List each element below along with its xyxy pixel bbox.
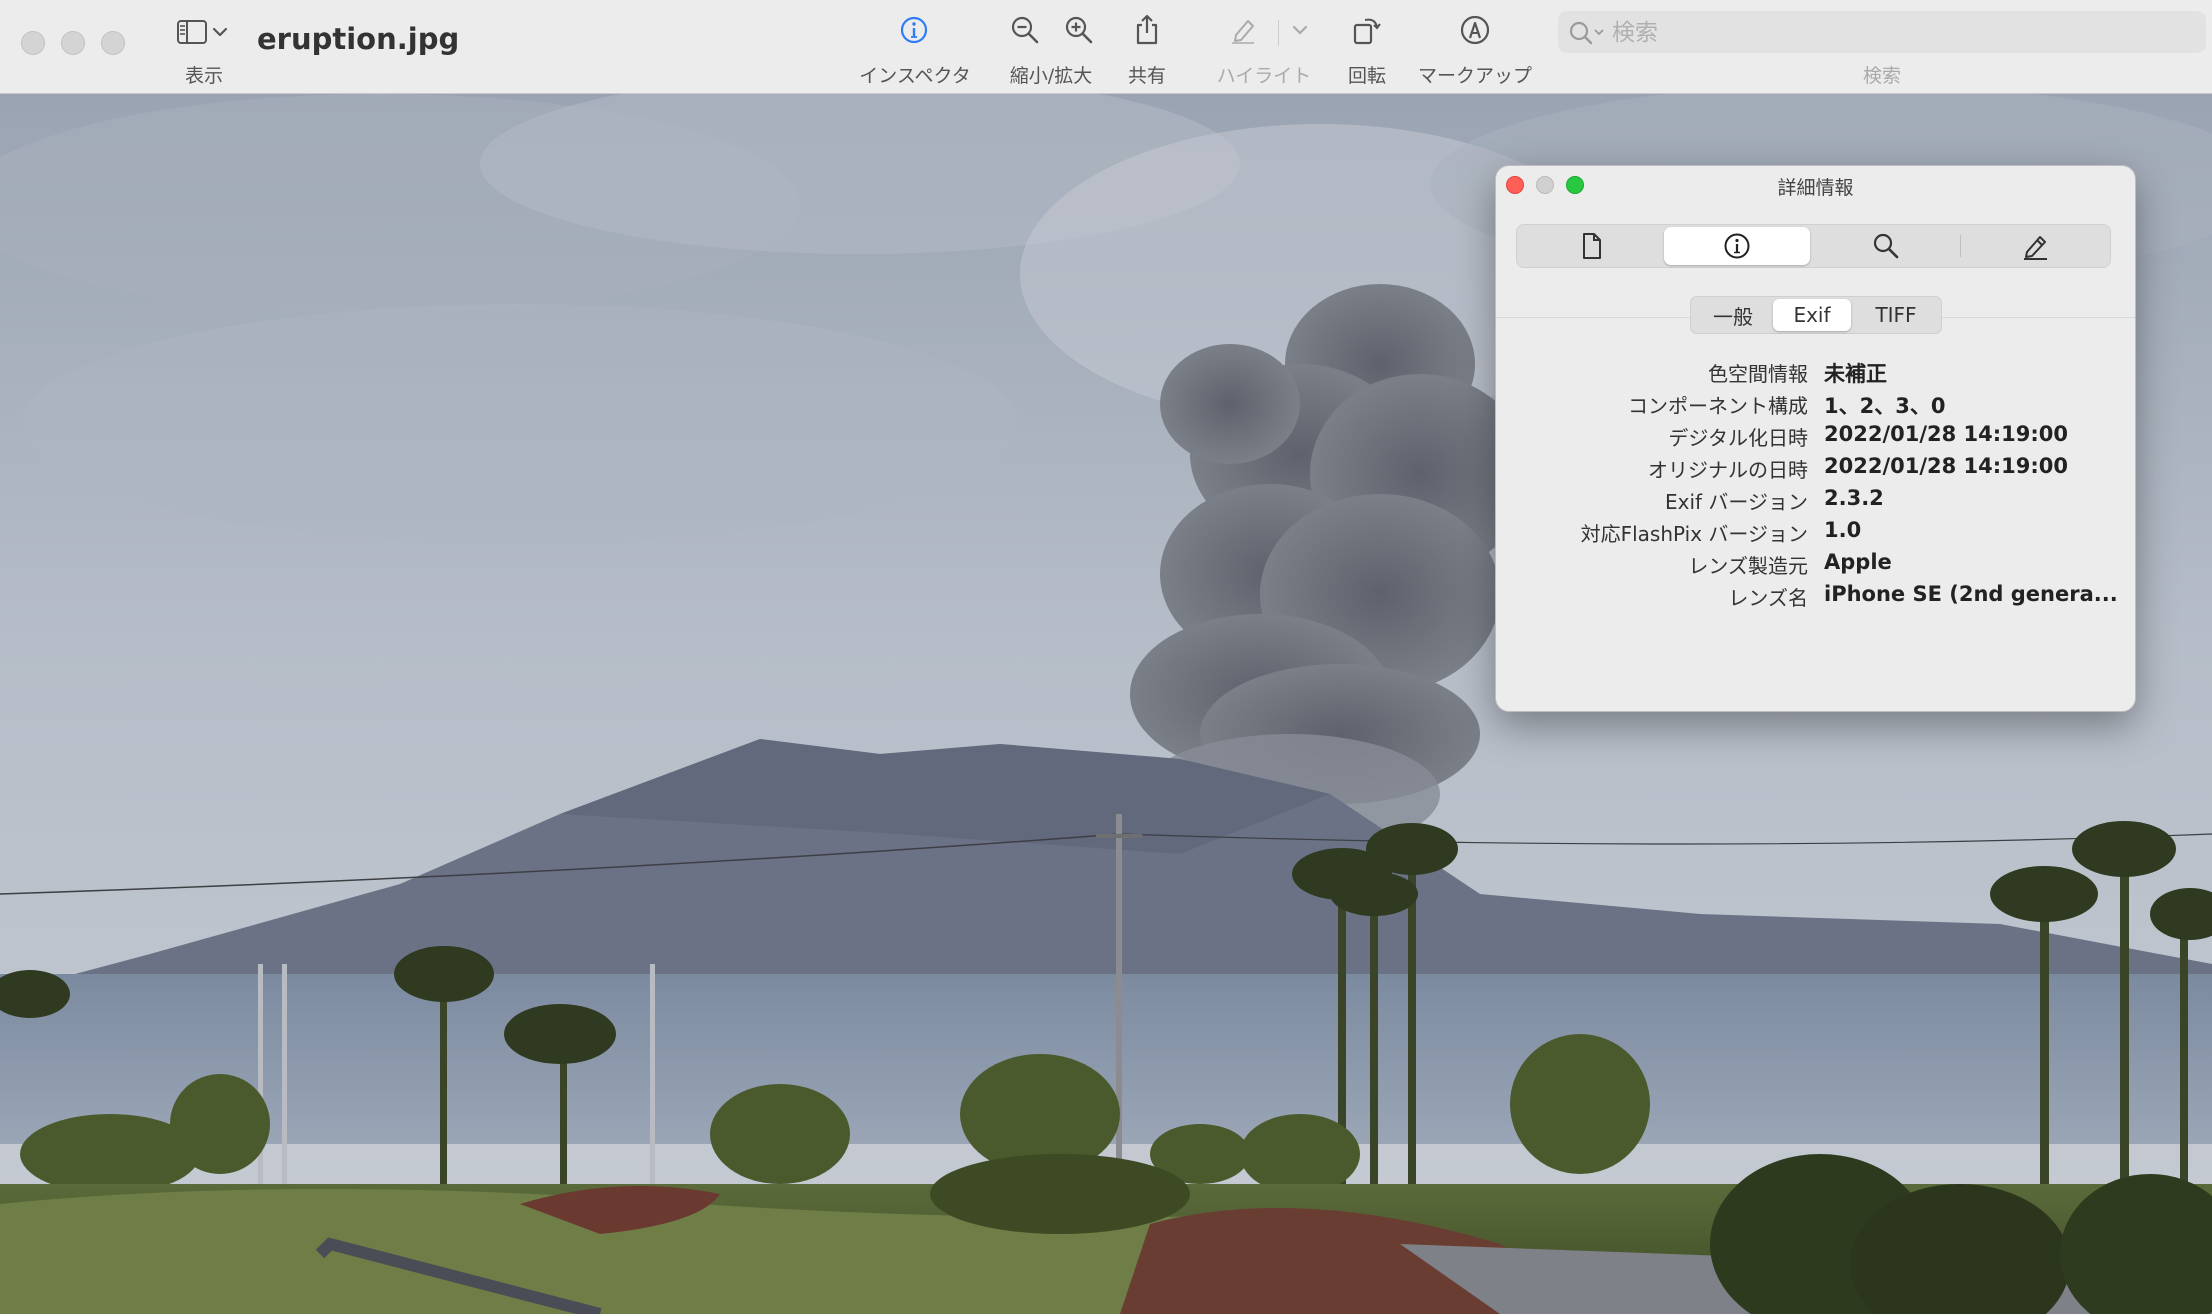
metadata-value: 1.0 — [1824, 518, 1862, 542]
metadata-row: Exif バージョン 2.3.2 — [1496, 486, 2135, 518]
metadata-value: 2.3.2 — [1824, 486, 1884, 510]
metadata-key: オリジナルの日時 — [1648, 458, 1808, 482]
metadata-row: レンズ製造元 Apple — [1496, 550, 2135, 582]
toolbar-divider — [1278, 20, 1279, 46]
zoom-in-icon — [1065, 16, 1093, 44]
subtab-tiff[interactable]: TIFF — [1853, 299, 1939, 331]
sidebar-toggle-button[interactable] — [172, 14, 236, 48]
zoom-in-button[interactable] — [1062, 10, 1096, 50]
highlight-options-button[interactable] — [1290, 10, 1310, 50]
metadata-key: コンポーネント構成 — [1628, 394, 1808, 418]
file-icon — [1583, 233, 1601, 259]
share-label: 共有 — [1127, 65, 1166, 87]
exif-metadata-list: 色空間情報 未補正 コンポーネント構成 1、2、3、0 デジタル化日時 2022… — [1496, 358, 2135, 614]
metadata-key: レンズ名 — [1728, 586, 1808, 610]
rotate-label: 回転 — [1347, 65, 1386, 87]
zoom-out-icon — [1011, 16, 1039, 44]
metadata-row: 色空間情報 未補正 — [1496, 358, 2135, 390]
info-icon — [1724, 233, 1750, 259]
metadata-row: オリジナルの日時 2022/01/28 14:19:00 — [1496, 454, 2135, 486]
inspector-label: インスペクタ — [859, 65, 971, 87]
inspector-button[interactable] — [894, 10, 934, 50]
search-field[interactable] — [1558, 11, 2206, 55]
metadata-key: レンズ製造元 — [1688, 554, 1808, 578]
search-label: 検索 — [1862, 65, 1901, 87]
tab-annotations[interactable] — [1962, 227, 2108, 265]
search-input[interactable] — [1610, 11, 2194, 55]
metadata-row: デジタル化日時 2022/01/28 14:19:00 — [1496, 422, 2135, 454]
metadata-row: コンポーネント構成 1、2、3、0 — [1496, 390, 2135, 422]
markup-button[interactable] — [1458, 10, 1492, 50]
highlight-button[interactable] — [1226, 10, 1260, 50]
tab-file-info[interactable] — [1519, 227, 1665, 265]
window-toolbar: 表示 eruption.jpg インスペクタ 縮小/拡大 共有 ハイライト 回転… — [0, 0, 2212, 94]
tab-search-info[interactable] — [1813, 227, 1959, 265]
sidebar-icon — [177, 20, 228, 44]
inspector-tab-bar — [1516, 224, 2111, 268]
zoom-window-button[interactable] — [101, 31, 125, 55]
pencil-icon — [2024, 236, 2047, 260]
metadata-key: 対応FlashPix バージョン — [1580, 522, 1808, 546]
tab-more-info[interactable] — [1664, 227, 1810, 265]
share-button[interactable] — [1130, 10, 1164, 50]
highlight-label: ハイライト — [1216, 65, 1312, 87]
info-icon — [900, 16, 928, 44]
rotate-icon — [1353, 18, 1381, 45]
document-title: eruption.jpg — [257, 22, 460, 56]
search-icon — [1569, 21, 1604, 45]
chevron-down-icon — [1292, 25, 1308, 35]
zoom-label: 縮小/拡大 — [1009, 65, 1093, 87]
zoom-out-button[interactable] — [1008, 10, 1042, 50]
metadata-value: 未補正 — [1824, 362, 1887, 386]
inspector-title: 詳細情報 — [1777, 177, 1854, 199]
sidebar-label: 表示 — [184, 65, 223, 87]
subtab-general[interactable]: 一般 — [1693, 299, 1773, 331]
metadata-key: 色空間情報 — [1708, 362, 1808, 386]
metadata-value: Apple — [1824, 550, 1892, 574]
rotate-button[interactable] — [1350, 10, 1384, 50]
metadata-value: 2022/01/28 14:19:00 — [1824, 422, 2069, 446]
metadata-key: デジタル化日時 — [1668, 426, 1808, 450]
minimize-window-button[interactable] — [61, 31, 85, 55]
share-icon — [1136, 14, 1158, 45]
subtab-exif[interactable]: Exif — [1773, 299, 1851, 331]
markup-label: マークアップ — [1417, 65, 1532, 87]
metadata-row: レンズ名 iPhone SE (2nd genera... — [1496, 582, 2135, 614]
metadata-subtabs: 一般 Exif TIFF — [1690, 296, 1942, 334]
inspector-panel: 詳細情報 一般 Exif TIFF 色空間情報 未補正 コンポーネント構成 1、… — [1495, 165, 2136, 712]
metadata-key: Exif バージョン — [1664, 490, 1808, 514]
tab-divider — [1960, 235, 1961, 257]
markup-icon — [1460, 15, 1490, 45]
magnifier-icon — [1873, 233, 1899, 259]
metadata-value: iPhone SE (2nd genera... — [1824, 582, 2118, 606]
metadata-value: 2022/01/28 14:19:00 — [1824, 454, 2069, 478]
metadata-row: 対応FlashPix バージョン 1.0 — [1496, 518, 2135, 550]
close-window-button[interactable] — [21, 31, 45, 55]
highlighter-icon — [1232, 20, 1254, 44]
metadata-value: 1、2、3、0 — [1824, 394, 1946, 418]
inspector-titlebar[interactable]: 詳細情報 — [1496, 166, 2135, 204]
